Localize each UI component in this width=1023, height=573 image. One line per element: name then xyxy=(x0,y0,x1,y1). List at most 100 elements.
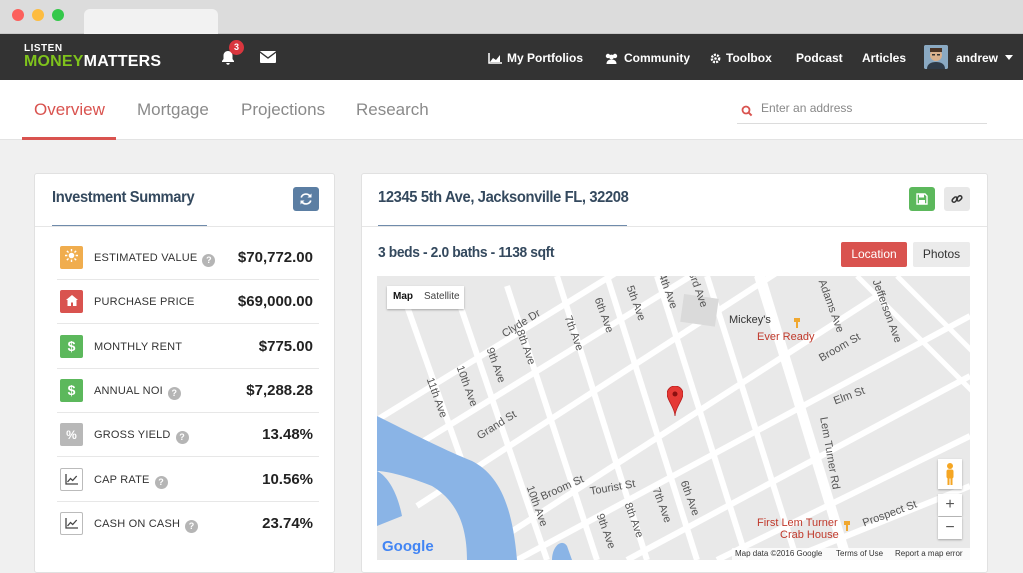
summary-value: 10.56% xyxy=(262,470,313,488)
sub-navbar: Overview Mortgage Projections Research xyxy=(0,80,1023,140)
summary-value: 13.48% xyxy=(262,426,313,444)
help-icon[interactable]: ? xyxy=(185,519,199,533)
logo[interactable]: LISTEN MONEYMATTERS xyxy=(24,44,161,70)
envelope-icon[interactable] xyxy=(260,51,276,63)
dollar-icon: $ xyxy=(60,378,83,402)
street-view-pegman[interactable] xyxy=(938,459,962,489)
map-attribution-bar: Map data ©2016 Google Terms of Use Repor… xyxy=(732,548,970,560)
summary-label-text: PURCHASE PRICE xyxy=(94,296,195,309)
summary-value: $69,000.00 xyxy=(237,293,313,311)
poi-mickeys[interactable]: Mickey's xyxy=(729,314,771,326)
top-navbar: LISTEN MONEYMATTERS 3 My Portfolios Comm… xyxy=(0,34,1023,80)
avatar[interactable] xyxy=(924,45,948,69)
summary-label: CAP RATE? xyxy=(94,474,168,489)
tab-mortgage[interactable]: Mortgage xyxy=(137,100,209,120)
help-icon[interactable]: ? xyxy=(154,475,168,489)
property-details: 3 beds - 2.0 baths - 1138 sqft xyxy=(378,244,555,261)
percent-icon: % xyxy=(60,423,83,447)
summary-row: CAP RATE? 10.56% xyxy=(57,458,319,502)
summary-label: MONTHLY RENT xyxy=(94,341,182,353)
active-tab-indicator xyxy=(22,137,116,140)
tab-overview[interactable]: Overview xyxy=(34,100,105,120)
browser-tab[interactable] xyxy=(84,9,218,34)
poi-crab-house[interactable]: Crab House xyxy=(780,529,839,541)
summary-label: PURCHASE PRICE xyxy=(94,296,195,308)
summary-row: $ MONTHLY RENT $775.00 xyxy=(57,325,319,369)
help-icon[interactable]: ? xyxy=(202,254,216,267)
line-chart-icon xyxy=(60,511,83,535)
restaurant-icon xyxy=(794,318,800,328)
restaurant-icon xyxy=(844,521,850,531)
logo-money: MONEY xyxy=(24,53,84,70)
floppy-disk-icon xyxy=(916,193,928,205)
nav-my-portfolios[interactable]: My Portfolios xyxy=(488,51,583,65)
maximize-window-button[interactable] xyxy=(52,9,64,21)
save-button[interactable] xyxy=(909,187,935,211)
search-icon xyxy=(741,105,753,117)
nav-my-portfolios-label: My Portfolios xyxy=(507,51,584,65)
summary-label: CASH ON CASH? xyxy=(94,517,199,533)
summary-value: $7,288.28 xyxy=(246,381,313,399)
help-icon[interactable]: ? xyxy=(167,386,181,400)
map-type-toggle: Map Satellite xyxy=(387,286,464,309)
summary-value: $70,772.00 xyxy=(237,249,313,266)
dollar-icon: $ xyxy=(60,334,83,358)
poi-ever-ready[interactable]: Ever Ready xyxy=(757,331,814,343)
browser-chrome xyxy=(0,0,1023,34)
username: andrew xyxy=(956,51,999,65)
address-search xyxy=(737,100,987,124)
map-data-text: Map data ©2016 Google xyxy=(735,549,823,558)
property-map[interactable]: Map Satellite Clyde Dr 11th Ave 10th Ave… xyxy=(377,276,970,560)
panel-divider xyxy=(35,226,334,227)
nav-toolbox-label: Toolbox xyxy=(726,51,772,65)
map-view-button[interactable]: Map xyxy=(393,291,413,302)
nav-community-label: Community xyxy=(624,51,690,65)
link-icon xyxy=(951,195,963,203)
summary-label: GROSS YIELD? xyxy=(94,429,189,445)
photos-button[interactable]: Photos xyxy=(913,242,970,267)
zoom-out-button[interactable]: − xyxy=(938,517,962,539)
map-pin-icon[interactable] xyxy=(667,386,683,416)
gear-icon xyxy=(710,53,721,64)
zoom-in-button[interactable]: + xyxy=(938,494,962,516)
share-link-button[interactable] xyxy=(944,187,970,211)
refresh-button[interactable] xyxy=(293,187,319,211)
summary-label-text: MONTHLY RENT xyxy=(94,340,183,353)
caret-down-icon xyxy=(1005,55,1014,60)
report-error-link[interactable]: Report a map error xyxy=(895,548,963,560)
summary-label-text: CASH ON CASH xyxy=(94,517,181,530)
summary-label-text: ESTIMATED VALUE xyxy=(94,252,198,264)
sun-icon xyxy=(60,246,83,269)
nav-articles[interactable]: Articles xyxy=(862,51,906,65)
google-logo: Google xyxy=(382,538,434,555)
tab-projections[interactable]: Projections xyxy=(241,100,325,120)
summary-value: 23.74% xyxy=(262,514,313,532)
satellite-view-button[interactable]: Satellite xyxy=(424,291,460,302)
user-menu[interactable]: andrew xyxy=(956,51,1018,65)
summary-label: ANNUAL NOI? xyxy=(94,385,181,400)
investment-summary-panel: Investment Summary ESTIMATED VALUE? $70,7… xyxy=(34,173,335,573)
close-window-button[interactable] xyxy=(12,9,24,21)
notification-badge: 3 xyxy=(229,40,244,55)
summary-label: ESTIMATED VALUE? xyxy=(94,252,216,267)
summary-row: CASH ON CASH? 23.74% xyxy=(57,502,319,546)
minimize-window-button[interactable] xyxy=(32,9,44,21)
help-icon[interactable]: ? xyxy=(175,431,189,445)
tab-research[interactable]: Research xyxy=(356,100,429,120)
refresh-icon xyxy=(300,193,312,205)
location-button[interactable]: Location xyxy=(841,242,907,267)
address-search-input[interactable] xyxy=(761,101,981,115)
summary-row: PURCHASE PRICE $69,000.00 xyxy=(57,280,319,325)
summary-row: $ ANNUAL NOI? $7,288.28 xyxy=(57,369,319,413)
nav-podcast[interactable]: Podcast xyxy=(796,51,843,65)
property-address: 12345 5th Ave, Jacksonville FL, 32208 xyxy=(378,189,629,206)
logo-matters: MATTERS xyxy=(83,53,162,70)
nav-community[interactable]: Community xyxy=(604,51,690,65)
chart-area-icon xyxy=(488,53,502,64)
home-icon xyxy=(60,290,83,314)
nav-toolbox[interactable]: Toolbox xyxy=(710,51,772,65)
poi-first-lem-turner[interactable]: First Lem Turner xyxy=(757,517,838,529)
line-chart-icon xyxy=(60,467,83,491)
investment-summary-title: Investment Summary xyxy=(52,189,195,206)
terms-link[interactable]: Terms of Use xyxy=(836,548,883,560)
